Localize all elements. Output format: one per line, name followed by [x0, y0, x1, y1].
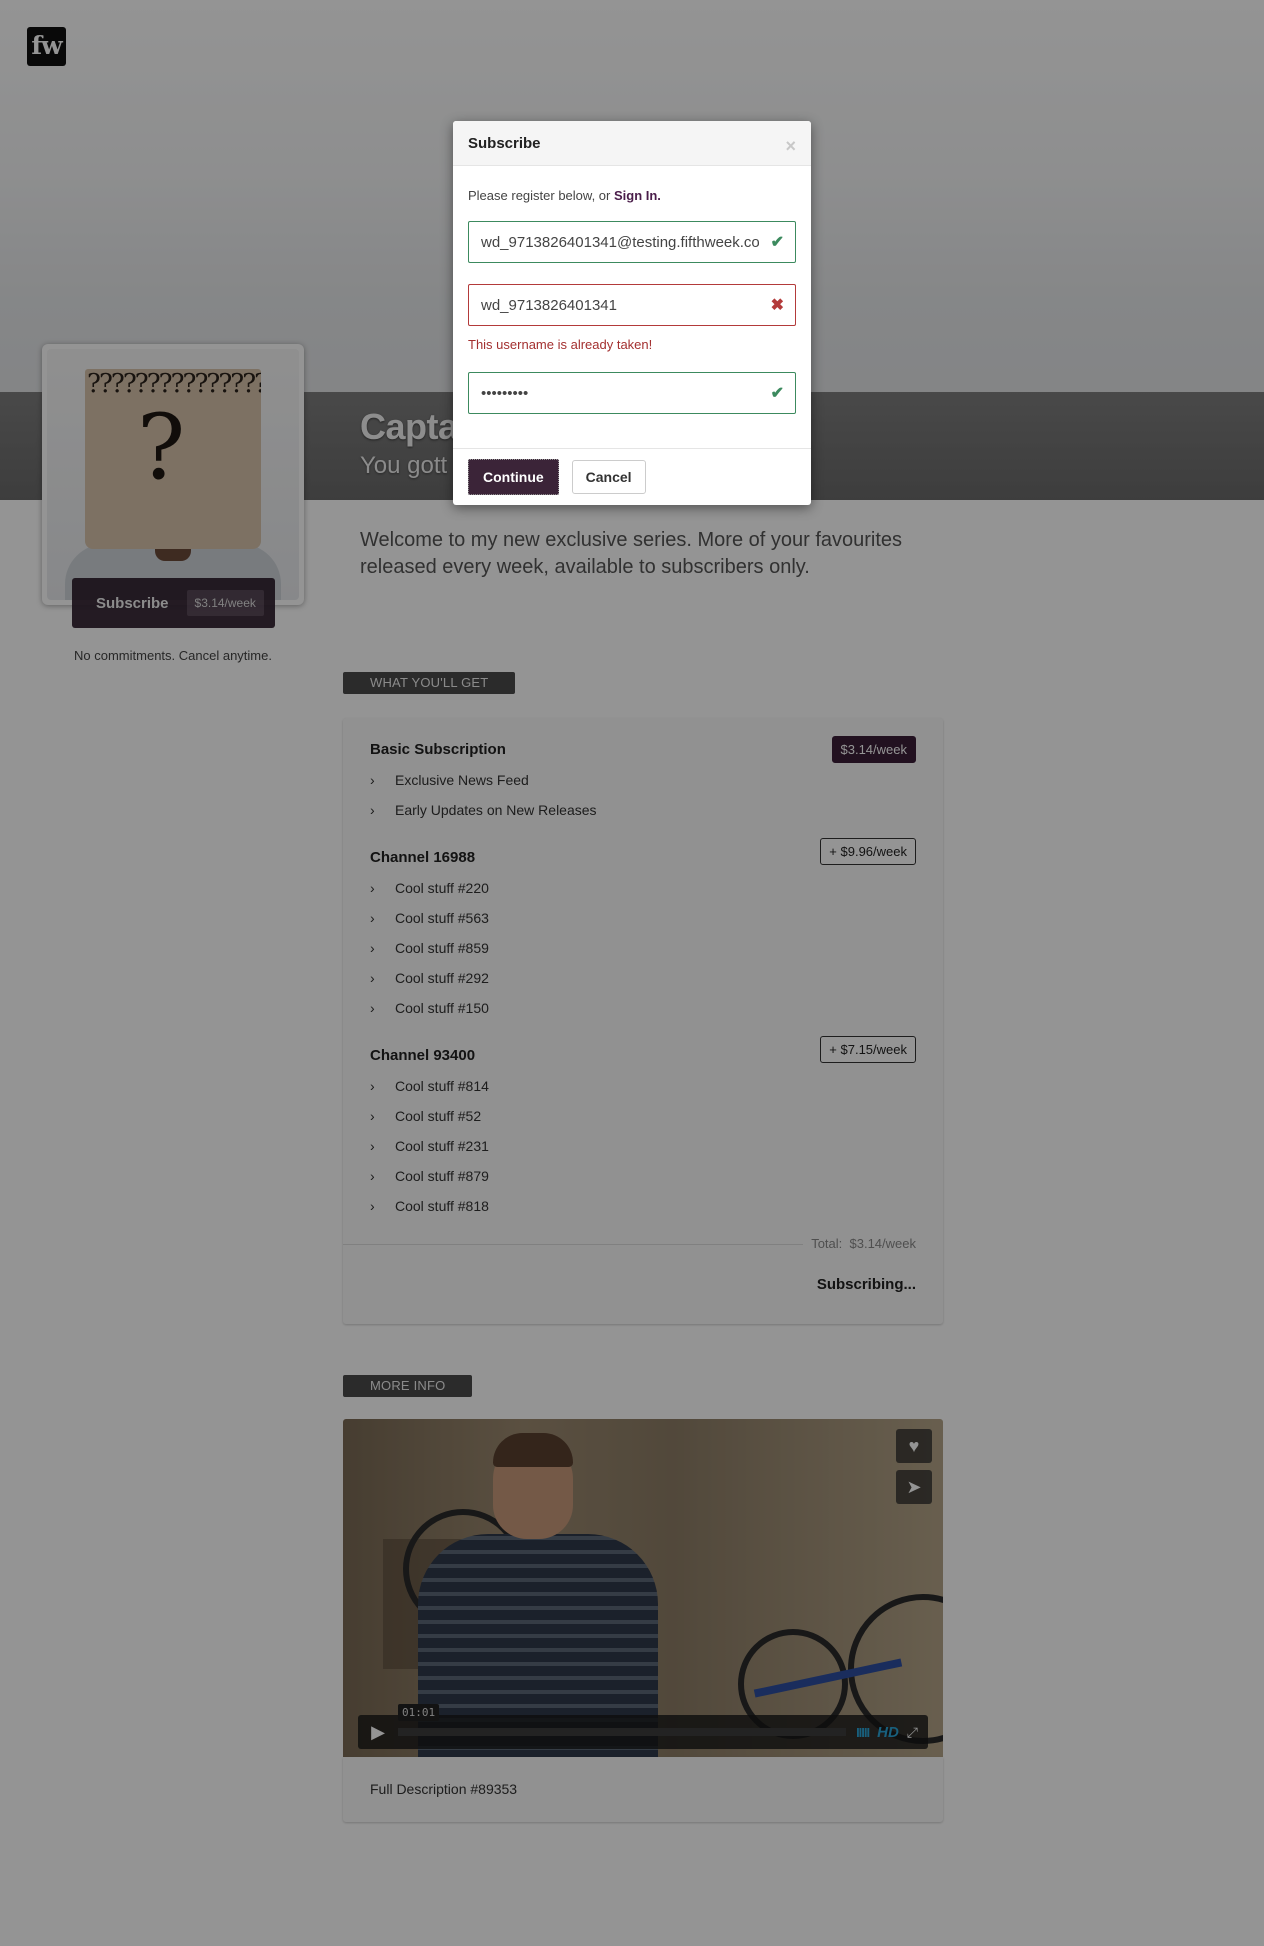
check-icon: ✔	[770, 385, 784, 402]
subscribe-modal: Subscribe × Please register below, or Si…	[453, 121, 811, 505]
modal-body: Please register below, or Sign In. ✔ ✖ T…	[453, 166, 811, 414]
modal-title: Subscribe	[468, 134, 541, 152]
x-icon: ✖	[770, 297, 784, 314]
close-icon[interactable]: ×	[785, 136, 796, 157]
continue-button[interactable]: Continue	[468, 459, 559, 495]
password-field[interactable]	[468, 372, 796, 414]
email-field[interactable]	[468, 221, 796, 263]
email-field-wrapper: ✔	[468, 221, 796, 263]
sign-in-link[interactable]: Sign In.	[614, 188, 661, 203]
modal-header: Subscribe ×	[453, 121, 811, 166]
password-field-wrapper: ✔	[468, 372, 796, 414]
modal-footer: Continue Cancel	[453, 448, 811, 505]
register-intro: Please register below, or Sign In.	[468, 188, 661, 203]
username-error: This username is already taken!	[468, 337, 653, 352]
check-icon: ✔	[770, 234, 784, 251]
cancel-button[interactable]: Cancel	[571, 460, 646, 494]
username-field-wrapper: ✖	[468, 284, 796, 326]
username-field[interactable]	[468, 284, 796, 326]
